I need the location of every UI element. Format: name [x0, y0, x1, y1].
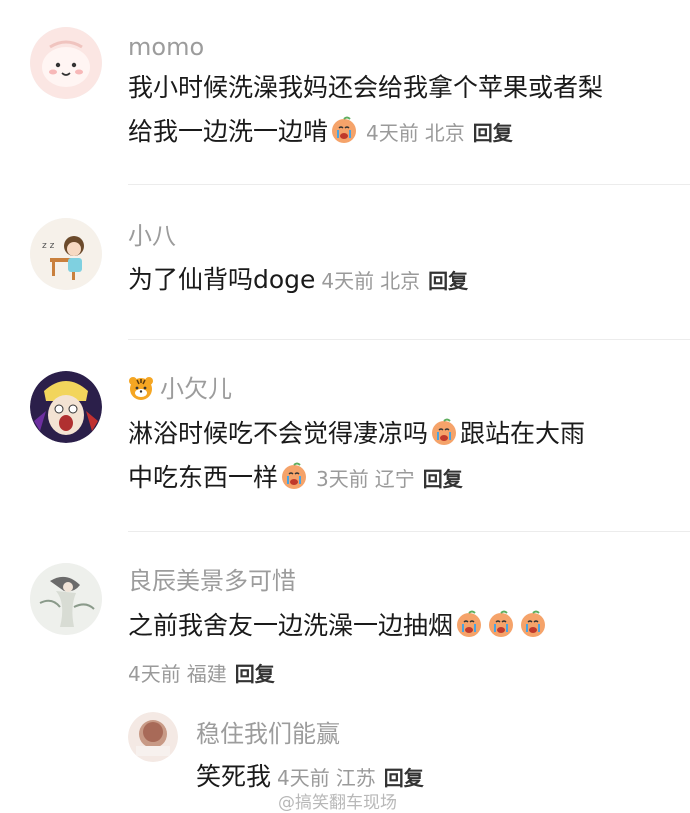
comment-time: 4天前 — [277, 766, 330, 790]
comment-line: 为了仙背吗doge 4天前 北京 回复 — [128, 258, 673, 303]
divider — [128, 531, 690, 532]
crying-emoji-icon — [518, 609, 548, 639]
avatar[interactable] — [128, 712, 178, 762]
comment-line: 中吃东西一样 3天前 辽宁 回复 — [128, 456, 673, 501]
avatar[interactable] — [30, 27, 102, 99]
comment-username[interactable]: 小八 — [128, 221, 176, 251]
comment-location: 辽宁 — [374, 467, 415, 491]
crying-emoji-icon — [429, 417, 459, 447]
comment-line-text: 给我一边洗一边啃 — [128, 117, 329, 146]
comment-meta: 4天前 北京 回复 — [321, 269, 468, 293]
reply-meta: 4天前 江苏 回复 — [277, 766, 424, 790]
comment-time: 3天前 — [316, 467, 369, 491]
comment-time: 4天前 — [321, 269, 375, 293]
avatar[interactable] — [30, 371, 102, 443]
comment-username[interactable]: momo — [128, 32, 204, 62]
comment-text: 为了仙背吗doge 4天前 北京 回复 — [128, 258, 673, 303]
comment-location: 北京 — [424, 121, 465, 145]
comment-line: 我小时候洗澡我妈还会给我拿个苹果或者梨 — [128, 73, 604, 102]
comment-line-text: 跟站在大雨 — [460, 419, 586, 448]
reply-button[interactable]: 回复 — [473, 121, 513, 145]
crying-emoji-icon — [486, 609, 516, 639]
divider — [128, 339, 690, 340]
comment-line: 给我一边洗一边啃 4天前 北京 回复 — [128, 110, 673, 155]
comment-line-text: 中吃东西一样 — [128, 463, 279, 492]
crying-emoji-icon — [279, 461, 309, 491]
comment-text: 之前我舍友一边洗澡一边抽烟 — [128, 604, 673, 648]
reply-button[interactable]: 回复 — [423, 467, 463, 491]
comment-time: 4天前 — [128, 662, 181, 686]
avatar[interactable] — [30, 563, 102, 635]
comment-username[interactable]: 小欠儿 — [128, 374, 232, 404]
watermark: @搞笑翻车现场 — [278, 793, 397, 813]
comment-meta: 4天前 北京 回复 — [366, 121, 513, 145]
comment-text: 我小时候洗澡我妈还会给我拿个苹果或者梨 给我一边洗一边啃 4天前 北京 回复 — [128, 66, 673, 155]
comment-location: 江苏 — [335, 766, 376, 790]
reply-button[interactable]: 回复 — [235, 662, 275, 686]
comment-meta: 3天前 辽宁 回复 — [316, 467, 463, 491]
comment-line-text: 为了仙背吗doge — [128, 265, 316, 294]
comment-username-text: 小欠儿 — [160, 375, 232, 403]
comment-text: 淋浴时候吃不会觉得凄凉吗 跟站在大雨 中吃东西一样 3天前 辽宁 回复 — [128, 412, 673, 501]
reply-line-text: 笑死我 — [196, 762, 272, 791]
comment-line: 之前我舍友一边洗澡一边抽烟 — [128, 604, 673, 648]
comment-list: momo 我小时候洗澡我妈还会给我拿个苹果或者梨 给我一边洗一边啃 4天前 北京 回复… — [0, 0, 690, 813]
reply-button[interactable]: 回复 — [384, 766, 424, 790]
comment-time: 4天前 — [366, 121, 419, 145]
crying-emoji-icon — [329, 115, 359, 145]
comment-meta: 4天前 福建 回复 — [128, 658, 275, 687]
comment-location: 北京 — [380, 269, 421, 293]
reply-button[interactable]: 回复 — [428, 269, 468, 293]
reply-username[interactable]: 稳住我们能赢 — [196, 714, 340, 749]
avatar[interactable]: z z — [30, 218, 102, 290]
comment-line-text: 之前我舍友一边洗澡一边抽烟 — [128, 611, 454, 640]
comment-location: 福建 — [186, 662, 227, 686]
svg-text:z z: z z — [42, 241, 55, 251]
tiger-icon — [128, 375, 154, 401]
comment-line-text: 淋浴时候吃不会觉得凄凉吗 — [128, 419, 429, 448]
crying-emoji-icon — [454, 609, 484, 639]
comment-line: 淋浴时候吃不会觉得凄凉吗 跟站在大雨 — [128, 412, 673, 456]
divider — [128, 184, 690, 185]
comment-username[interactable]: 良辰美景多可惜 — [128, 566, 296, 596]
